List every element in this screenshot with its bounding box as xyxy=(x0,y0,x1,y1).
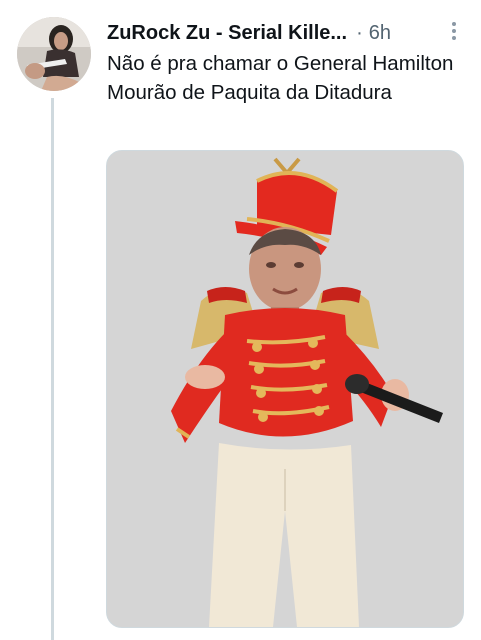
avatar[interactable] xyxy=(17,17,91,91)
display-name[interactable]: ZuRock Zu - Serial Kille... xyxy=(107,22,347,45)
timestamp[interactable]: 6h xyxy=(369,22,391,45)
tweet[interactable]: ZuRock Zu - Serial Kille... · 6h Não é p… xyxy=(0,0,481,640)
more-vertical-icon[interactable] xyxy=(446,20,462,42)
header-separator: · xyxy=(356,21,363,44)
tweet-header: ZuRock Zu - Serial Kille... · 6h xyxy=(107,19,437,47)
tweet-media-image[interactable] xyxy=(106,150,464,628)
thread-line xyxy=(51,98,54,640)
tweet-text: Não é pra chamar o General Hamilton Mour… xyxy=(107,52,454,104)
